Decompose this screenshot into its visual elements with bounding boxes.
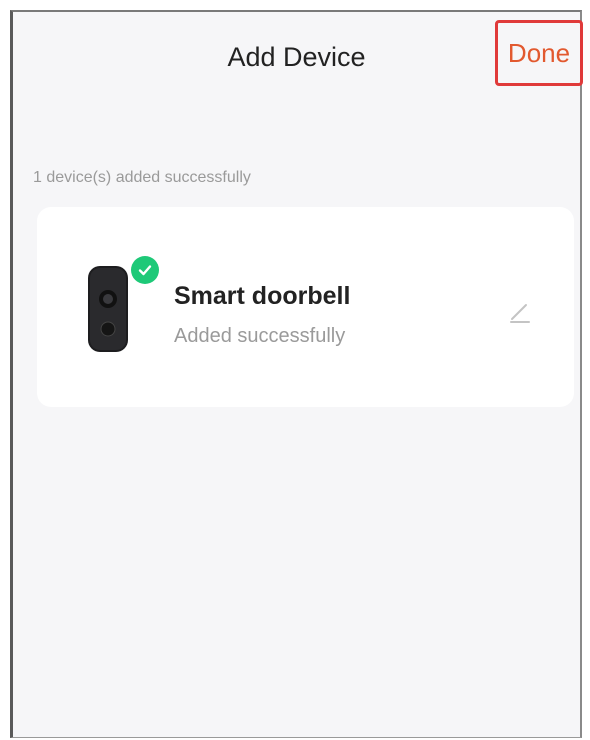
check-circle-icon <box>131 256 159 284</box>
device-card[interactable]: Smart doorbell Added successfully <box>37 207 574 407</box>
doorbell-icon <box>88 266 128 352</box>
edit-icon[interactable] <box>505 297 535 327</box>
done-button[interactable]: Done <box>495 20 583 86</box>
added-count-text: 1 device(s) added successfully <box>33 169 251 186</box>
add-device-screen: Add Device Done 1 device(s) added succes… <box>10 10 583 738</box>
device-status: Added successfully <box>174 325 346 347</box>
device-name: Smart doorbell <box>174 282 351 310</box>
